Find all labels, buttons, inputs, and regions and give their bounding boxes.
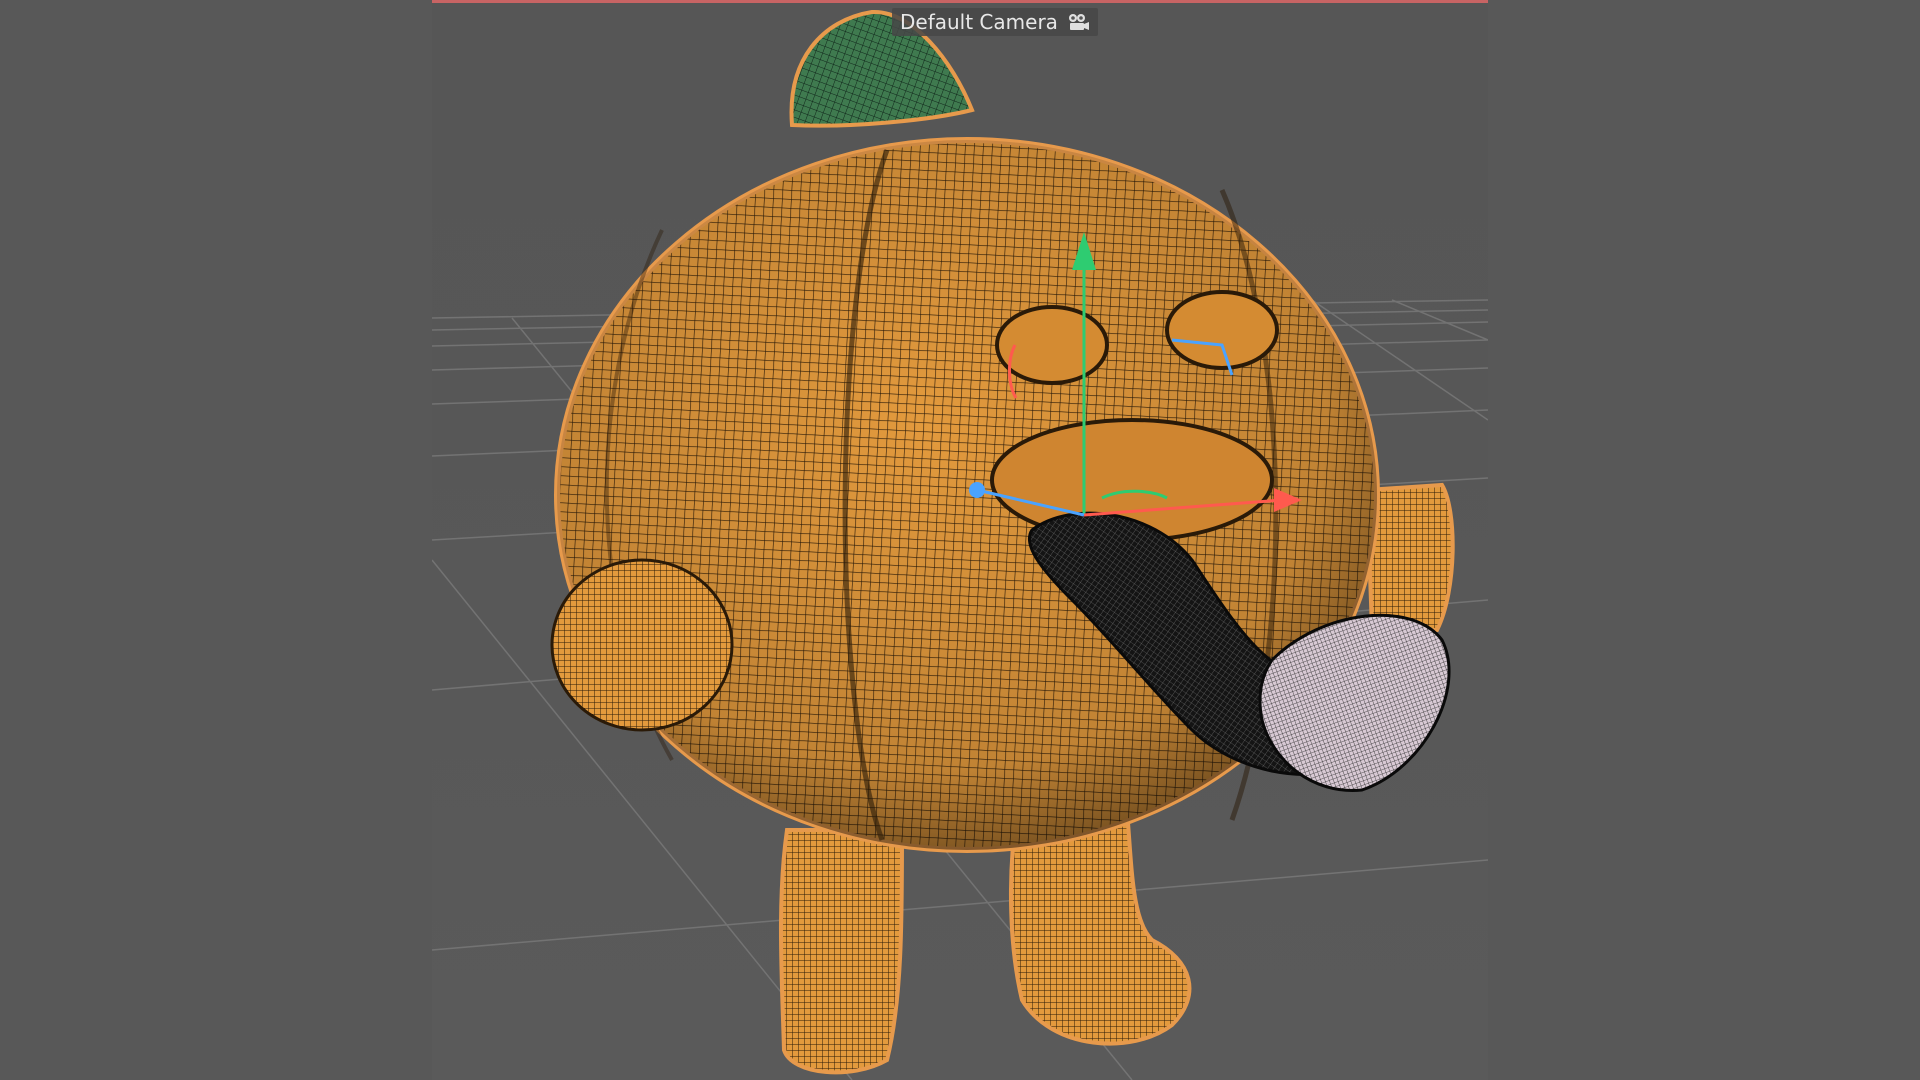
- 3d-viewport[interactable]: Default Camera: [432, 0, 1488, 1080]
- pumpkin-left-hand: [550, 558, 734, 732]
- viewport-scene: [432, 9, 1488, 1080]
- pumpkin-right-hand: [1364, 482, 1455, 632]
- camera-icon[interactable]: [1066, 12, 1090, 32]
- camera-menu[interactable]: Default Camera: [892, 8, 1098, 36]
- camera-label-text: Default Camera: [900, 10, 1058, 34]
- screen: Default Camera: [0, 0, 1920, 1080]
